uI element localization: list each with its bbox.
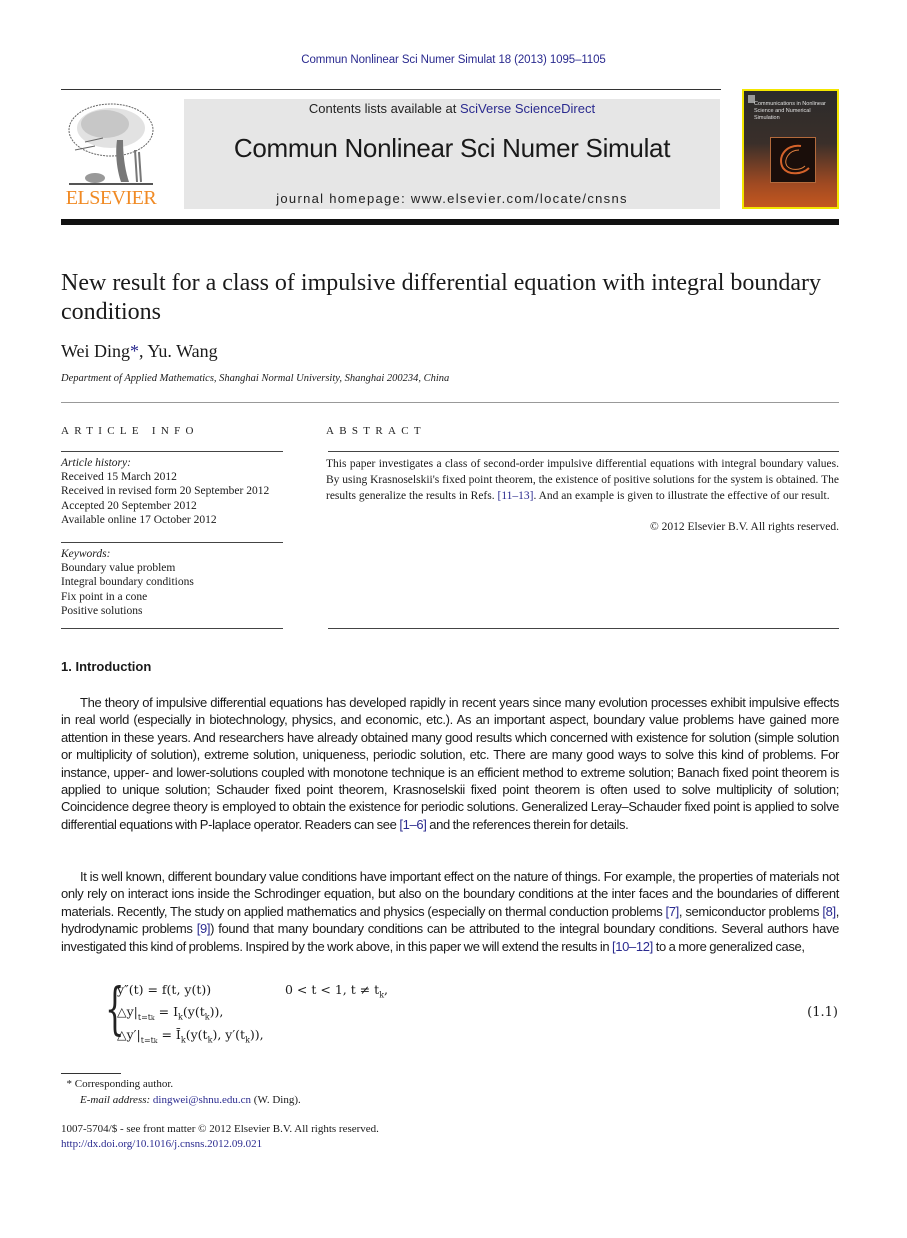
journal-homepage-link[interactable]: journal homepage: www.elsevier.com/locat…	[184, 191, 720, 206]
footnote-rule	[61, 1073, 121, 1074]
cover-title: Communications in Nonlinear Science and …	[754, 101, 826, 121]
corresponding-author-note: * Corresponding author.	[61, 1076, 301, 1092]
eq-term: )),	[249, 1027, 264, 1042]
keyword-item: Integral boundary conditions	[61, 576, 194, 589]
abstract-text: . And an example is given to illustrate …	[533, 489, 830, 502]
eq-term: 0 < t < 1, t ≠ t	[285, 982, 380, 997]
contents-line: Contents lists available at SciVerse Sci…	[184, 101, 720, 116]
eq-term: △y|	[117, 1004, 138, 1019]
keyword-item: Fix point in a cone	[61, 590, 148, 603]
equation-condition: 0 < t < 1, t ≠ tk,	[285, 982, 388, 1000]
footnotes: * Corresponding author. E-mail address: …	[61, 1076, 301, 1108]
eq-term: = Ī	[157, 1027, 181, 1042]
equation-line-3: △y′|t=tk = Īk(y(tk), y′(tk)),	[117, 1027, 264, 1045]
equation-line-2: △y|t=tk = Ik(y(tk)),	[117, 1004, 223, 1022]
reference-link[interactable]: [8]	[822, 904, 836, 919]
keyword-item: Positive solutions	[61, 604, 143, 617]
journal-title: Commun Nonlinear Sci Numer Simulat	[233, 133, 671, 163]
divider	[61, 542, 283, 543]
footnote-text: (W. Ding).	[251, 1094, 301, 1106]
keyword-item: Boundary value problem	[61, 562, 176, 575]
eq-sub: t=t	[137, 1012, 152, 1022]
divider	[61, 628, 283, 629]
reference-link[interactable]: [11–13]	[498, 490, 534, 502]
divider	[328, 628, 839, 629]
doi-link[interactable]: http://dx.doi.org/10.1016/j.cnsns.2012.0…	[61, 1138, 262, 1150]
article-title: New result for a class of impulsive diff…	[61, 270, 822, 325]
history-item: Available online 17 October 2012	[61, 513, 217, 526]
eq-term: ,	[384, 982, 389, 997]
equation-line-1: y″(t) = f(t, y(t))	[117, 982, 211, 997]
cover-image	[770, 137, 816, 183]
paragraph-text: and the references therein for details.	[426, 816, 629, 832]
eq-term: (y(t	[182, 1004, 205, 1019]
eq-term: ), y′(t	[212, 1027, 246, 1042]
paragraph-text: to a more generalized case,	[652, 938, 805, 954]
reference-link[interactable]: [10–12]	[612, 939, 653, 954]
cover-spiral-icon	[780, 144, 810, 175]
author-name[interactable]: Yu. Wang	[147, 341, 217, 361]
affiliation: Department of Applied Mathematics, Shang…	[61, 373, 450, 384]
reference-link[interactable]: [9]	[197, 921, 211, 936]
abstract-copyright: © 2012 Elsevier B.V. All rights reserved…	[650, 521, 839, 533]
keywords: Keywords: Boundary value problem Integra…	[61, 547, 291, 618]
divider	[61, 451, 283, 452]
article-info-heading: ARTICLE INFO	[61, 425, 199, 437]
footnote-text: Corresponding author.	[74, 1078, 174, 1090]
issn-line: 1007-5704/$ - see front matter © 2012 El…	[61, 1123, 379, 1135]
bottom-matter: 1007-5704/$ - see front matter © 2012 El…	[61, 1122, 379, 1152]
elsevier-logo[interactable]: ELSEVIER	[61, 98, 161, 210]
divider	[61, 402, 839, 403]
elsevier-wordmark: ELSEVIER	[65, 187, 157, 209]
reference-link[interactable]: [7]	[666, 904, 680, 919]
journal-cover-thumbnail[interactable]: Communications in Nonlinear Science and …	[742, 89, 839, 209]
abstract-heading: ABSTRACT	[326, 425, 426, 437]
header-rule	[61, 89, 721, 90]
elsevier-tree-icon	[68, 103, 154, 185]
eq-term: )),	[209, 1004, 224, 1019]
history-item: Received 15 March 2012	[61, 471, 177, 484]
keywords-label: Keywords:	[61, 548, 111, 560]
eq-term: = I	[154, 1004, 179, 1019]
intro-paragraph-2: It is well known, different boundary val…	[61, 868, 839, 955]
history-item: Received in revised form 20 September 20…	[61, 485, 270, 498]
email-label: E-mail address:	[80, 1094, 151, 1106]
divider	[328, 451, 839, 452]
eq-term: y″(t) = f(t, y(t))	[117, 982, 212, 997]
header-thick-rule	[61, 219, 839, 225]
abstract-body: This paper investigates a class of secon…	[326, 457, 839, 504]
journal-banner: Contents lists available at SciVerse Sci…	[184, 99, 720, 209]
email-link[interactable]: dingwei@shnu.edu.cn	[153, 1094, 251, 1106]
equation-number: (1.1)	[807, 1005, 838, 1020]
contents-prefix: Contents lists available at	[308, 101, 460, 116]
paragraph-text: The theory of impulsive differential equ…	[61, 695, 839, 832]
corresponding-author-mark[interactable]: *	[130, 341, 139, 361]
history-label: Article history:	[61, 457, 131, 469]
footnote-mark: *	[66, 1078, 73, 1090]
running-head-citation[interactable]: Commun Nonlinear Sci Numer Simulat 18 (2…	[0, 54, 907, 66]
author-list: Wei Ding*, Yu. Wang	[61, 341, 218, 362]
equation-1-1: { y″(t) = f(t, y(t)) 0 < t < 1, t ≠ tk, …	[105, 977, 425, 1048]
eq-term: △y′|	[117, 1027, 141, 1042]
intro-paragraph-1: The theory of impulsive differential equ…	[61, 694, 839, 833]
email-note: E-mail address: dingwei@shnu.edu.cn (W. …	[61, 1092, 301, 1108]
history-item: Accepted 20 September 2012	[61, 499, 197, 512]
section-heading-introduction: 1. Introduction	[61, 659, 152, 674]
eq-sub: t=t	[140, 1035, 154, 1045]
paragraph-text: , semiconductor problems	[678, 903, 823, 919]
sciencedirect-link[interactable]: SciVerse ScienceDirect	[460, 101, 595, 116]
author-name[interactable]: Wei Ding	[61, 341, 130, 361]
eq-term: (y(t	[185, 1027, 208, 1042]
article-history: Article history: Received 15 March 2012 …	[61, 456, 291, 527]
reference-link[interactable]: [1–6]	[399, 817, 427, 832]
